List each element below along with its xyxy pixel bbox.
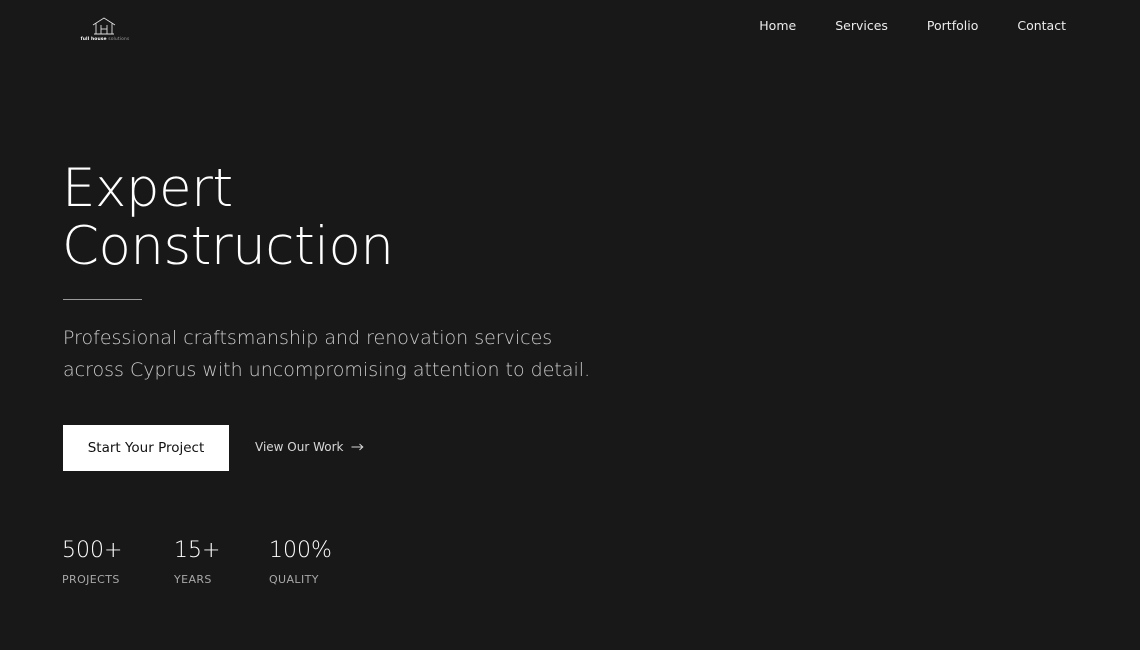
brand-logo[interactable]: full house solutions <box>80 16 130 46</box>
house-logo-icon <box>92 17 116 35</box>
stat-label: YEARS <box>174 573 212 586</box>
view-work-label: View Our Work <box>255 440 344 454</box>
stat-projects: 500+ PROJECTS <box>62 537 122 587</box>
stat-value: 15+ <box>174 538 221 563</box>
stat-quality: 100% QUALITY <box>269 537 332 587</box>
logo-wordmark-light: solutions <box>108 37 130 42</box>
hero-title: Expert Construction <box>62 158 394 277</box>
stat-label: PROJECTS <box>62 573 120 586</box>
nav-item-home[interactable]: Home <box>759 17 796 35</box>
stat-value: 500+ <box>62 538 123 563</box>
hero-title-line-2: Construction <box>62 216 394 277</box>
nav-item-portfolio[interactable]: Portfolio <box>927 17 978 35</box>
stat-value: 100% <box>269 538 332 563</box>
nav-item-contact[interactable]: Contact <box>1017 17 1066 35</box>
stat-years: 15+ YEARS <box>174 537 220 587</box>
view-work-link[interactable]: View Our Work <box>255 437 365 457</box>
hero-subtitle: Professional craftsmanship and renovatio… <box>63 327 591 381</box>
start-project-button[interactable]: Start Your Project <box>63 425 229 471</box>
hero-divider <box>63 299 142 300</box>
site-header: full house solutions Home Services Portf… <box>0 0 1140 60</box>
main-nav: Home Services Portfolio Contact <box>720 17 1066 35</box>
arrow-right-icon <box>351 443 365 451</box>
hero-title-line-1: Expert <box>62 158 233 219</box>
logo-wordmark: full house solutions <box>80 37 130 43</box>
logo-wordmark-bold: full house <box>80 37 107 42</box>
stat-label: QUALITY <box>269 573 319 586</box>
nav-item-services[interactable]: Services <box>835 17 888 35</box>
